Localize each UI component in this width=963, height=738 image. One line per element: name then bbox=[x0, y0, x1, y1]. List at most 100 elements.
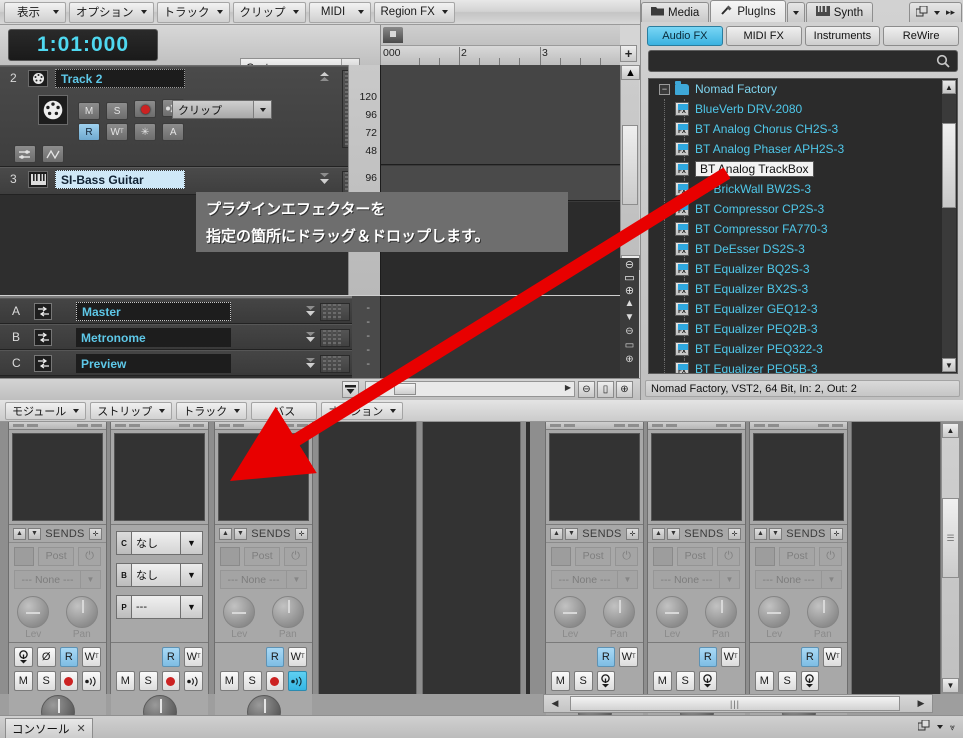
console-strip[interactable]: ▲ ▼ SENDS ✛ Post ⏻ --- None --- ▼ Lev Pan R W T M S bbox=[749, 422, 848, 733]
menu-midi[interactable]: MIDI bbox=[308, 1, 371, 23]
track-pane-collapse-button[interactable] bbox=[342, 381, 359, 398]
bus-scroll-up-icon[interactable]: ▲ bbox=[620, 296, 639, 310]
filter-rewire-button[interactable]: ReWire bbox=[883, 26, 959, 46]
console-strip[interactable]: C なし ▼ B なし ▼ P --- ▼ R W T M S bbox=[110, 422, 209, 733]
strip-mute-button[interactable]: M bbox=[755, 671, 774, 691]
strip-solo-button[interactable]: S bbox=[777, 671, 797, 691]
bus-zoom-in-icon[interactable]: ⊕ bbox=[620, 352, 639, 366]
strip-fx-bin[interactable] bbox=[753, 433, 844, 521]
strip-read-button[interactable]: R bbox=[800, 647, 820, 667]
plugin-list-item[interactable]: FX BlueVerb DRV-2080 bbox=[649, 99, 957, 119]
float-icon[interactable] bbox=[917, 719, 930, 734]
bus-io-icon[interactable] bbox=[34, 329, 52, 346]
send-post-button[interactable]: Post bbox=[244, 546, 281, 566]
strip-write-button[interactable]: WT bbox=[288, 647, 307, 667]
track-resize-spinner[interactable] bbox=[319, 72, 330, 84]
scrollbar-thumb[interactable] bbox=[394, 383, 416, 395]
plugin-search-field[interactable] bbox=[648, 50, 958, 72]
send-post-button[interactable]: Post bbox=[575, 546, 612, 566]
plugin-list-item[interactable]: FX BT Analog TrackBox bbox=[649, 159, 957, 179]
float-icon[interactable] bbox=[915, 5, 928, 20]
strip-solo-button[interactable]: S bbox=[138, 671, 158, 691]
send-destination-row[interactable]: --- None --- ▼ bbox=[220, 570, 307, 592]
strip-interleave-button[interactable] bbox=[698, 671, 718, 691]
send-enable-swatch[interactable] bbox=[755, 546, 776, 566]
timeline-zoom-out-button[interactable]: ⊖ bbox=[578, 381, 595, 398]
timeline-horizontal-scrollbar[interactable]: ◀ ▶ bbox=[365, 381, 575, 397]
bus-send-row[interactable]: C なし ▼ bbox=[116, 531, 203, 557]
strip-interleave-button[interactable] bbox=[800, 671, 820, 691]
track-read-automation-button[interactable]: R bbox=[78, 123, 100, 141]
plugin-list-item[interactable]: FX BT Analog Phaser APH2S-3 bbox=[649, 139, 957, 159]
plugin-list-item[interactable]: FX BT Equalizer BQ2S-3 bbox=[649, 259, 957, 279]
timeline-zoom-in-button[interactable]: ⊕ bbox=[616, 381, 633, 398]
status-tab-console[interactable]: コンソール ✕ bbox=[5, 718, 93, 738]
search-icon[interactable] bbox=[936, 54, 950, 71]
send-enable-swatch[interactable] bbox=[653, 546, 674, 566]
console-menu-track[interactable]: トラック bbox=[176, 401, 248, 420]
add-send-icon[interactable]: ✛ bbox=[295, 527, 308, 540]
bus-row-preview[interactable]: C Preview bbox=[0, 350, 380, 376]
scroll-up-arrow-icon[interactable]: ▲ bbox=[942, 423, 959, 438]
strip-read-button[interactable]: R bbox=[161, 647, 181, 667]
strip-read-button[interactable]: R bbox=[596, 647, 616, 667]
bus-name-field[interactable]: Metronome bbox=[76, 328, 231, 347]
strip-interleave-button[interactable] bbox=[14, 647, 33, 667]
keyboard-icon[interactable] bbox=[28, 171, 48, 188]
zoom-reset-icon[interactable]: ▭ bbox=[620, 271, 639, 284]
bus-row-master[interactable]: A Master bbox=[0, 298, 380, 324]
bus-name-field[interactable]: Master bbox=[76, 302, 231, 321]
send-enable-swatch[interactable] bbox=[551, 546, 572, 566]
scroll-left-arrow-icon[interactable]: ◀ bbox=[546, 696, 564, 711]
scrollbar-thumb[interactable]: ||| bbox=[570, 696, 900, 711]
strip-fx-bin[interactable] bbox=[549, 433, 640, 521]
strip-mute-button[interactable]: M bbox=[116, 671, 135, 691]
track-resize-spinner[interactable] bbox=[319, 173, 330, 185]
caret-down-icon[interactable] bbox=[933, 10, 940, 15]
send-level-knob[interactable] bbox=[554, 596, 587, 628]
strip-input-echo-button[interactable] bbox=[184, 671, 203, 691]
sends-next-icon[interactable]: ▼ bbox=[234, 527, 247, 540]
strip-read-button[interactable]: R bbox=[265, 647, 285, 667]
strip-header[interactable] bbox=[111, 422, 208, 430]
strip-header[interactable] bbox=[750, 422, 847, 430]
send-level-knob[interactable] bbox=[758, 596, 791, 628]
console-menu-module[interactable]: モジュール bbox=[5, 401, 87, 420]
browser-tab-menu-button[interactable] bbox=[786, 2, 805, 22]
track-row-3[interactable]: 3 SI-Bass Guitar bbox=[0, 167, 380, 196]
scroll-right-arrow-icon[interactable]: ▶ bbox=[912, 696, 930, 711]
track-mute-button[interactable]: M bbox=[78, 102, 100, 120]
plugin-list-item[interactable]: FX BT Compressor CP2S-3 bbox=[649, 199, 957, 219]
strip-record-button[interactable] bbox=[59, 671, 79, 691]
scroll-up-arrow-icon[interactable]: ▲ bbox=[942, 80, 956, 94]
strip-header[interactable] bbox=[648, 422, 745, 430]
send-power-icon[interactable]: ⏻ bbox=[717, 546, 741, 566]
send-level-knob[interactable] bbox=[17, 596, 50, 628]
filter-instruments-button[interactable]: Instruments bbox=[804, 26, 881, 46]
strip-write-button[interactable]: WT bbox=[721, 647, 740, 667]
console-strip[interactable]: ▲ ▼ SENDS ✛ Post ⏻ --- None --- ▼ Lev Pan R W T M S bbox=[545, 422, 644, 733]
scroll-down-arrow-icon[interactable]: ▼ bbox=[942, 358, 956, 372]
plugin-list-item[interactable]: FX BT Equalizer PEQ2B-3 bbox=[649, 319, 957, 339]
send-destination-row[interactable]: --- None --- ▼ bbox=[653, 570, 740, 592]
console-empty-strip[interactable] bbox=[422, 422, 521, 694]
send-post-button[interactable]: Post bbox=[677, 546, 714, 566]
menu-track[interactable]: トラック bbox=[156, 1, 230, 23]
send-level-knob[interactable] bbox=[656, 596, 689, 628]
add-track-button[interactable]: + bbox=[620, 45, 637, 62]
strip-write-button[interactable]: WT bbox=[184, 647, 203, 667]
sends-prev-icon[interactable]: ▲ bbox=[550, 527, 563, 540]
track-clip-dropdown[interactable]: クリップ bbox=[172, 100, 272, 119]
send-power-icon[interactable]: ⏻ bbox=[615, 546, 639, 566]
console-empty-strip[interactable] bbox=[318, 422, 417, 694]
strip-input-echo-button[interactable] bbox=[82, 671, 101, 691]
strip-header[interactable] bbox=[546, 422, 643, 430]
bus-send-row[interactable]: B なし ▼ bbox=[116, 563, 203, 589]
console-menu-options[interactable]: オプション bbox=[321, 401, 404, 420]
strip-mute-button[interactable]: M bbox=[653, 671, 672, 691]
browser-window-controls[interactable]: ▸▸ bbox=[908, 2, 962, 22]
plugin-list-item[interactable]: FX BT Equalizer PEQ5B-3 bbox=[649, 359, 957, 373]
sends-prev-icon[interactable]: ▲ bbox=[13, 527, 26, 540]
sends-next-icon[interactable]: ▼ bbox=[565, 527, 578, 540]
plugin-list-item[interactable]: FX BT Analog Chorus CH2S-3 bbox=[649, 119, 957, 139]
